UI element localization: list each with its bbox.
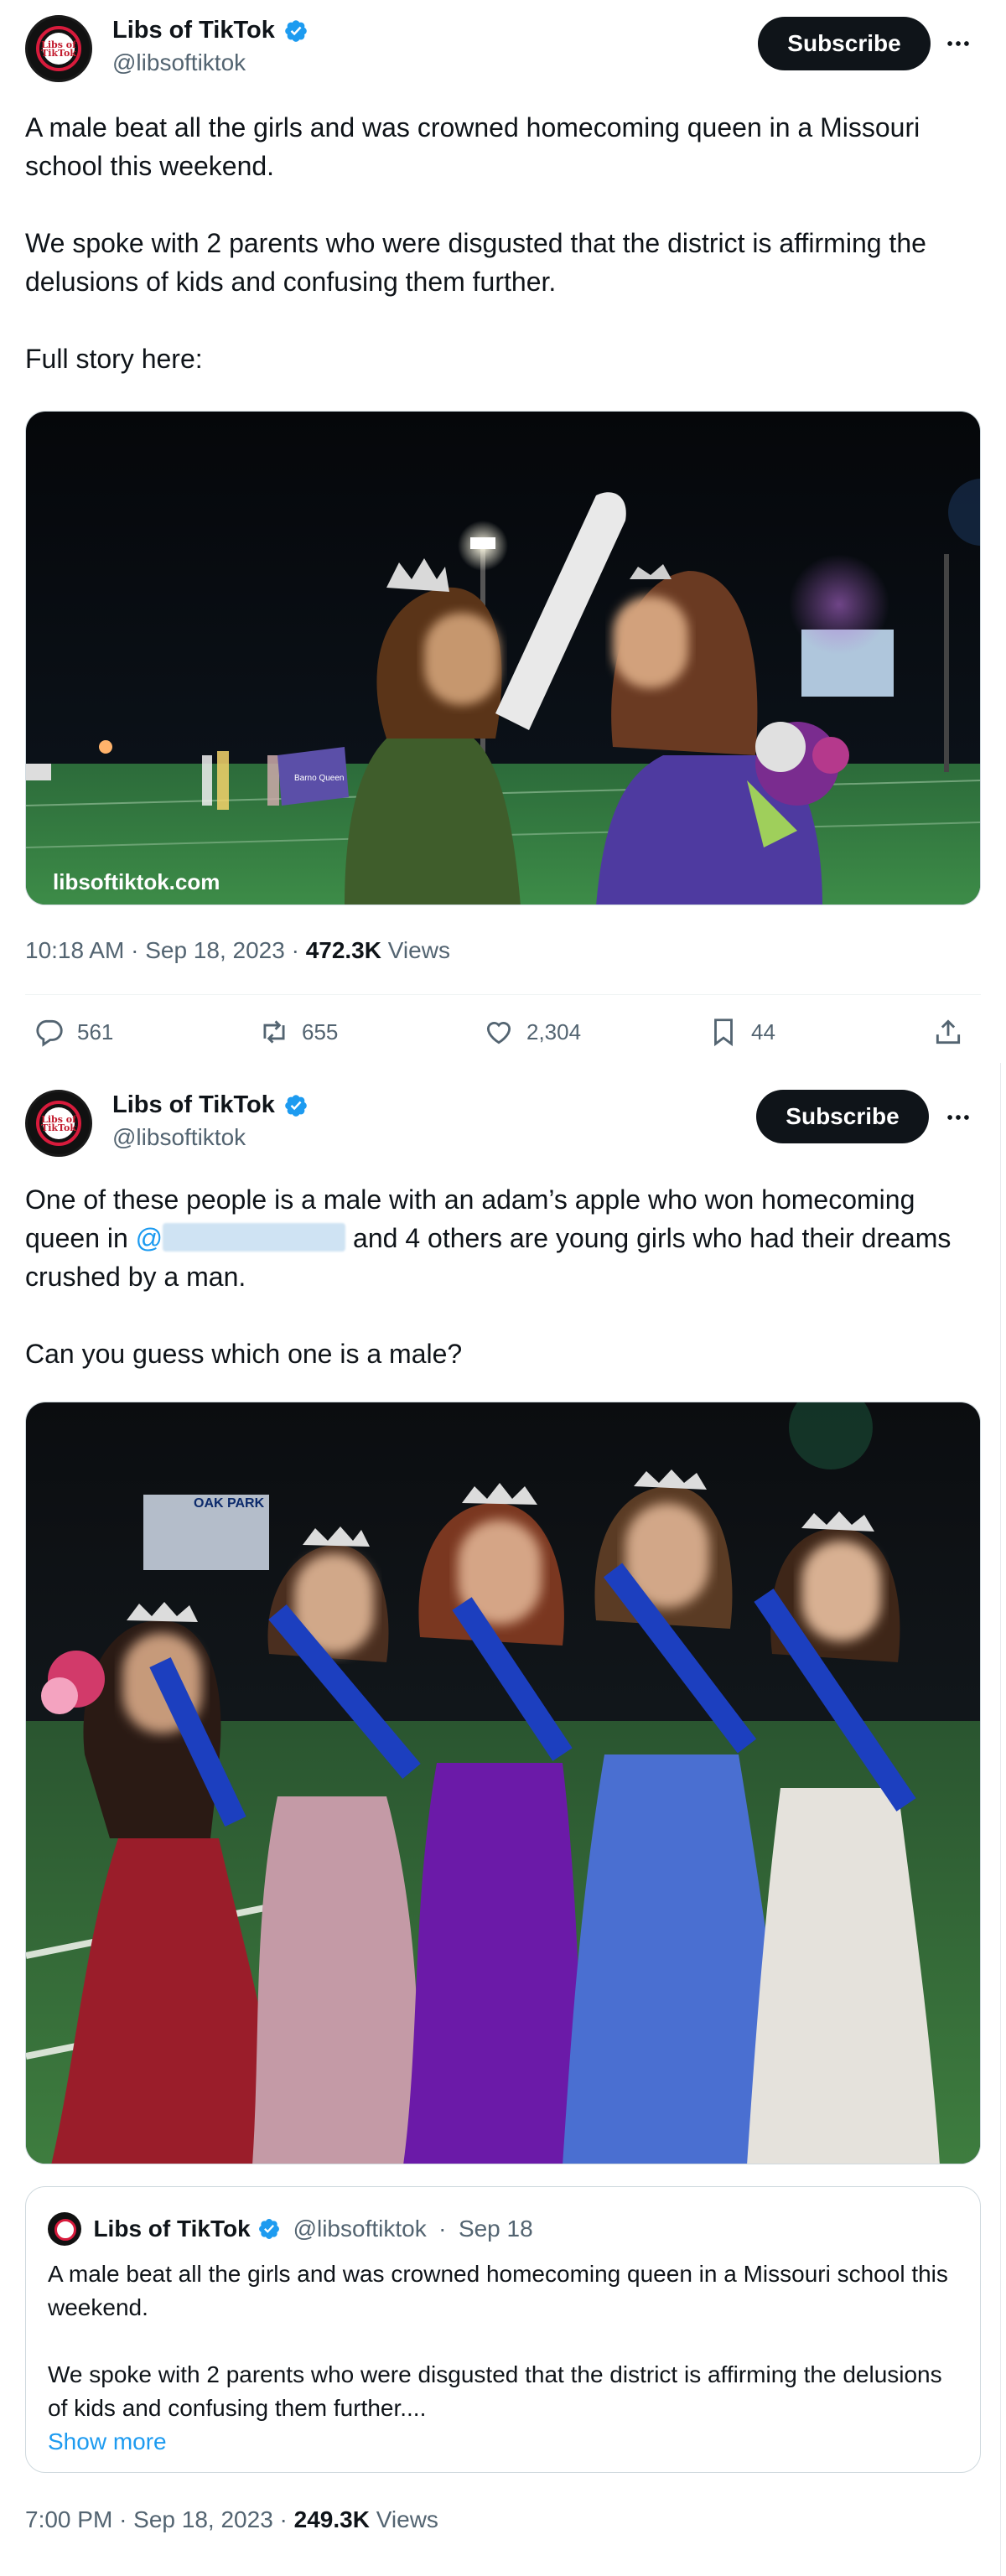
photo-watermark: libsoftiktok.com	[53, 869, 220, 894]
bookmark-button[interactable]: 44	[708, 1016, 775, 1050]
tweet-paragraph: One of these people is a male with an ad…	[25, 1180, 981, 1296]
meta-separator: ·	[119, 2506, 127, 2532]
divider	[25, 994, 981, 995]
banner-text: Barno Queen	[294, 774, 345, 783]
quote-paragraph: A male beat all the girls and was crowne…	[48, 2261, 948, 2320]
meta-separator: ·	[291, 937, 299, 963]
author-avatar[interactable]: Libs of TikTok	[25, 1090, 92, 1157]
tweet-2: Libs of TikTok Libs of TikTok @libsoftik…	[0, 1071, 1006, 2576]
quote-header: Libs of TikTok @libsoftiktok · Sep 18	[48, 2212, 533, 2246]
share-button[interactable]	[932, 1016, 964, 1050]
quote-avatar	[48, 2212, 81, 2246]
repost-icon	[263, 1020, 285, 1044]
tweet-paragraph: Can you guess which one is a male?	[25, 1339, 463, 1369]
tweet-paragraph: Full story here:	[25, 344, 203, 374]
author-avatar[interactable]: Libs of TikTok	[25, 15, 92, 82]
like-count: 2,304	[526, 1018, 582, 1044]
meta-separator: ·	[279, 2506, 288, 2532]
verified-badge-icon	[283, 18, 309, 44]
homecoming-photo: Barno Queen libsoftiktok.com	[26, 412, 980, 904]
quote-date: Sep 18	[458, 2216, 533, 2242]
reply-button[interactable]: 561	[34, 1016, 113, 1050]
tweet-paragraph: We spoke with 2 parents who were disgust…	[25, 228, 926, 297]
verified-badge-icon	[257, 2217, 281, 2241]
author-handle[interactable]: @libsoftiktok	[112, 49, 309, 76]
author-handle[interactable]: @libsoftiktok	[112, 1124, 309, 1151]
verified-badge-icon	[283, 1093, 309, 1118]
views-label: Views	[387, 937, 450, 963]
redaction-blur	[163, 1223, 346, 1252]
like-button[interactable]: 2,304	[483, 1016, 581, 1050]
tweet-1: Libs of TikTok Libs of TikTok @libsoftik…	[0, 0, 1006, 1071]
quote-text: A male beat all the girls and was crowne…	[48, 2257, 962, 2459]
repost-button[interactable]: 655	[258, 1016, 338, 1050]
tweet-date[interactable]: Sep 18, 2023	[133, 2506, 273, 2532]
meta-separator: ·	[438, 2216, 447, 2242]
author-block: Libs of TikTok @libsoftiktok	[112, 17, 309, 76]
tweet-meta: 10:18 AM · Sep 18, 2023 · 472.3K Views	[25, 937, 450, 964]
quoted-tweet[interactable]: Libs of TikTok @libsoftiktok · Sep 18 A …	[25, 2186, 981, 2473]
author-block: Libs of TikTok @libsoftiktok	[112, 1091, 309, 1151]
more-horizontal-icon[interactable]	[944, 1103, 972, 1132]
tweet-photo[interactable]: OAK PARK	[25, 1402, 981, 2164]
tweet-photo[interactable]: Barno Queen libsoftiktok.com	[25, 411, 981, 905]
repost-count: 655	[302, 1018, 339, 1044]
subscribe-button[interactable]: Subscribe	[756, 1090, 929, 1143]
mention-prefix: @	[135, 1223, 163, 1253]
tweet-date[interactable]: Sep 18, 2023	[145, 937, 285, 963]
bookmark-icon	[714, 1018, 733, 1047]
tweet-text: A male beat all the girls and was crowne…	[25, 108, 981, 378]
author-name[interactable]: Libs of TikTok	[112, 17, 275, 44]
tweet-paragraph: A male beat all the girls and was crowne…	[25, 112, 920, 181]
reply-icon	[36, 1019, 63, 1047]
subscribe-button[interactable]: Subscribe	[758, 17, 931, 70]
avatar-logo-text: Libs of TikTok	[41, 39, 76, 59]
quote-paragraph: We spoke with 2 parents who were disgust…	[48, 2361, 942, 2421]
show-more-link[interactable]: Show more	[48, 2425, 962, 2459]
panel-edge	[1000, 1063, 1001, 2576]
quote-author-handle: @libsoftiktok	[293, 2216, 427, 2242]
view-count: 249.3K	[293, 2506, 370, 2532]
views-label: Views	[376, 2506, 438, 2532]
meta-separator: ·	[131, 937, 139, 963]
tweet-time[interactable]: 7:00 PM	[25, 2506, 112, 2532]
reply-count: 561	[77, 1018, 114, 1044]
share-icon	[936, 1019, 961, 1044]
bookmark-count: 44	[751, 1018, 775, 1044]
tweet-time[interactable]: 10:18 AM	[25, 937, 124, 963]
quote-author-name: Libs of TikTok	[93, 2216, 251, 2242]
tweet-meta: 7:00 PM · Sep 18, 2023 · 249.3K Views	[25, 2506, 438, 2533]
view-count: 472.3K	[305, 937, 381, 963]
redacted-mention-link[interactable]: @	[135, 1223, 346, 1253]
scoreboard-text: OAK PARK	[194, 1496, 265, 1511]
more-horizontal-icon[interactable]	[944, 29, 972, 58]
heart-icon	[486, 1022, 511, 1044]
avatar-logo-text: Libs of TikTok	[41, 1114, 76, 1133]
tweet-text: One of these people is a male with an ad…	[25, 1180, 981, 1373]
group-photo: OAK PARK	[26, 1402, 980, 2164]
author-name[interactable]: Libs of TikTok	[112, 1091, 275, 1119]
